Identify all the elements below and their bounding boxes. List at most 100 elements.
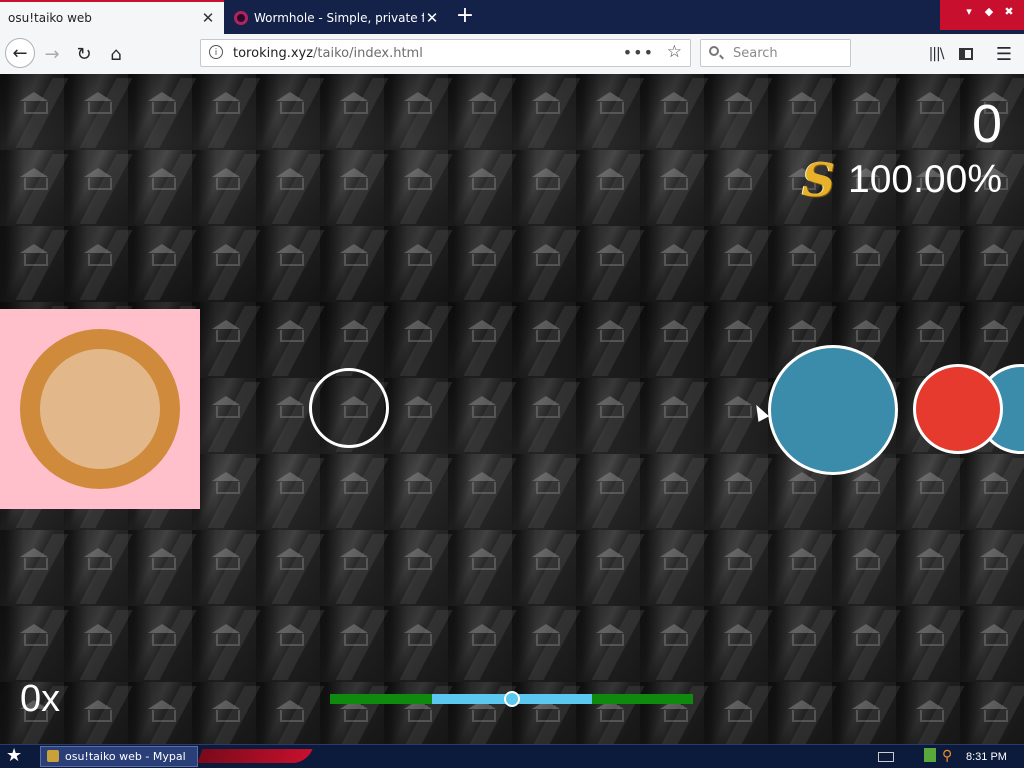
pattern-tile xyxy=(832,74,901,150)
page-actions-icon[interactable]: ••• xyxy=(623,43,654,62)
search-placeholder: Search xyxy=(733,46,778,61)
sidebar-button[interactable] xyxy=(952,40,980,68)
taiko-game-area[interactable]: 0 S 100.00% 0x xyxy=(0,74,1024,744)
pattern-tile xyxy=(192,682,261,744)
pattern-tile xyxy=(704,302,773,378)
menu-icon: ☰ xyxy=(995,43,1013,65)
pattern-tile xyxy=(576,378,645,454)
close-icon[interactable]: ✕ xyxy=(424,10,440,26)
pattern-tile xyxy=(576,74,645,150)
app-icon xyxy=(47,750,59,762)
pattern-tile xyxy=(512,302,581,378)
pattern-tile xyxy=(448,150,517,226)
system-clock[interactable]: 8:31 PM xyxy=(966,748,1007,766)
pattern-tile xyxy=(64,226,133,302)
pattern-tile xyxy=(128,150,197,226)
pattern-tile xyxy=(192,606,261,682)
pattern-tile xyxy=(384,226,453,302)
pattern-tile xyxy=(384,74,453,150)
new-tab-button[interactable]: + xyxy=(452,4,478,30)
pattern-tile xyxy=(128,682,197,744)
pattern-tile xyxy=(384,606,453,682)
url-text[interactable]: toroking.xyz/taiko/index.html xyxy=(233,46,423,61)
keyboard-icon[interactable] xyxy=(878,752,894,762)
tab-osu-taiko[interactable]: osu!taiko web ✕ xyxy=(0,0,224,34)
pattern-tile xyxy=(0,606,69,682)
forward-button[interactable]: → xyxy=(38,40,66,68)
pattern-tile xyxy=(640,302,709,378)
pattern-tile xyxy=(384,530,453,606)
taskbar: ★ osu!taiko web - Mypal ⚲ 8:31 PM xyxy=(0,744,1024,768)
pattern-tile xyxy=(576,302,645,378)
pattern-tile xyxy=(384,682,453,744)
pattern-tile xyxy=(512,74,581,150)
pattern-tile xyxy=(896,454,965,530)
pattern-tile xyxy=(576,150,645,226)
drum-panel[interactable] xyxy=(0,309,200,509)
pattern-tile xyxy=(768,682,837,744)
pattern-tile xyxy=(0,530,69,606)
search-input[interactable]: Search xyxy=(700,39,851,67)
pattern-tile xyxy=(640,530,709,606)
pattern-tile xyxy=(320,302,389,378)
pattern-tile xyxy=(768,74,837,150)
pattern-tile xyxy=(320,74,389,150)
hit-target-circle xyxy=(309,368,389,448)
note-big-kat xyxy=(768,345,898,475)
library-button[interactable]: |||\ xyxy=(922,40,950,68)
pattern-tile xyxy=(960,606,1024,682)
pattern-tile xyxy=(448,226,517,302)
pattern-tile xyxy=(384,454,453,530)
pattern-tile xyxy=(512,682,581,744)
network-icon[interactable] xyxy=(924,748,936,762)
pattern-tile xyxy=(704,530,773,606)
pattern-tile xyxy=(448,530,517,606)
note-don xyxy=(913,364,1003,454)
song-progress-bar[interactable] xyxy=(330,691,693,707)
drum-face[interactable] xyxy=(40,349,160,469)
pattern-tile xyxy=(768,606,837,682)
pattern-tile xyxy=(960,454,1024,530)
back-button[interactable]: ← xyxy=(5,38,35,68)
bookmark-star-icon[interactable]: ☆ xyxy=(667,42,682,62)
pattern-tile xyxy=(128,530,197,606)
pattern-tile xyxy=(384,150,453,226)
pattern-tile xyxy=(512,378,581,454)
drum-rim[interactable] xyxy=(20,329,180,489)
reload-button[interactable]: ↻ xyxy=(70,40,98,68)
pattern-tile xyxy=(640,682,709,744)
tab-wormhole[interactable]: Wormhole - Simple, private file sha ✕ xyxy=(226,2,448,34)
maximize-icon[interactable]: ◆ xyxy=(982,5,996,19)
accuracy-display: 100.00% xyxy=(848,158,1002,201)
pattern-tile xyxy=(448,606,517,682)
pattern-tile xyxy=(960,226,1024,302)
pattern-tile xyxy=(960,682,1024,744)
taskbar-item-label: osu!taiko web - Mypal xyxy=(65,750,186,763)
progress-knob[interactable] xyxy=(504,691,520,707)
pattern-tile xyxy=(832,530,901,606)
pattern-tile xyxy=(640,74,709,150)
home-button[interactable]: ⌂ xyxy=(102,40,130,68)
minimize-icon[interactable]: ▾ xyxy=(962,5,976,19)
pattern-tile xyxy=(64,530,133,606)
close-icon[interactable]: ✕ xyxy=(200,10,216,26)
pattern-tile xyxy=(192,378,261,454)
tab-label: osu!taiko web xyxy=(8,11,92,25)
info-icon[interactable]: i xyxy=(209,45,223,59)
taskbar-item-browser[interactable]: osu!taiko web - Mypal xyxy=(40,746,198,767)
start-menu-icon[interactable]: ★ xyxy=(6,745,22,767)
pattern-tile xyxy=(640,226,709,302)
pattern-tile xyxy=(448,74,517,150)
url-bar[interactable]: i toroking.xyz/taiko/index.html ••• ☆ xyxy=(200,39,691,67)
pattern-tile xyxy=(192,530,261,606)
wormhole-favicon-icon xyxy=(234,11,248,25)
close-window-icon[interactable]: ✖ xyxy=(1002,5,1016,19)
pattern-tile xyxy=(896,530,965,606)
pattern-tile xyxy=(192,74,261,150)
pattern-tile xyxy=(64,606,133,682)
pattern-tile xyxy=(832,606,901,682)
pattern-tile xyxy=(320,226,389,302)
menu-button[interactable]: ☰ xyxy=(990,40,1018,68)
pattern-tile xyxy=(448,454,517,530)
magnifier-icon[interactable]: ⚲ xyxy=(942,747,952,765)
